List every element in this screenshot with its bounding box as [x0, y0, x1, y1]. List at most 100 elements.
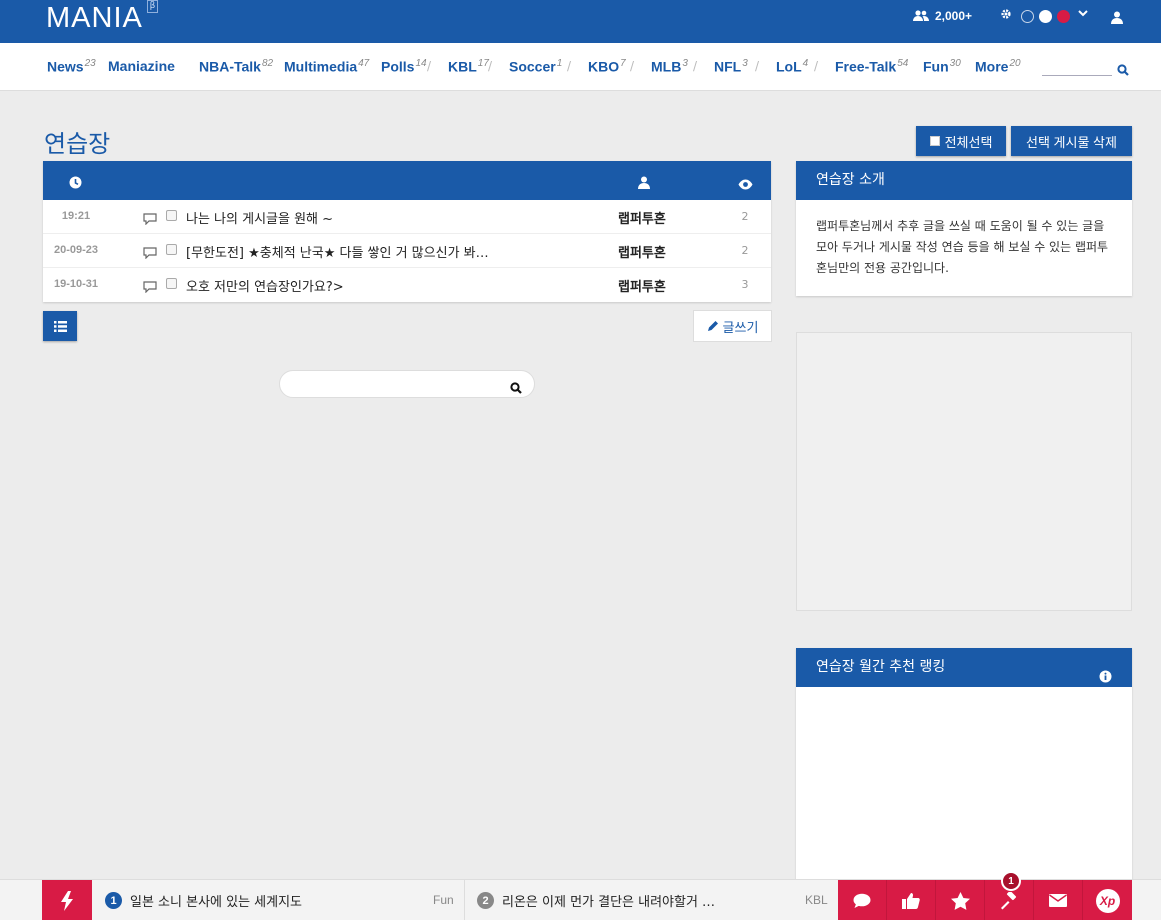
row-checkbox[interactable] [166, 278, 177, 289]
table-row[interactable]: 20-09-23 [무한도전] ★충체적 난국★ 다들 쌓인 거 많으신가 봐…… [43, 234, 771, 268]
notification-badge: 1 [1001, 871, 1021, 891]
ranking-panel: 연습장 월간 추천 랭킹 [796, 648, 1132, 880]
post-views: 3 [741, 278, 749, 291]
list-view-button[interactable] [43, 311, 77, 341]
xp-icon: Xp [1095, 888, 1120, 913]
nav-item-mlb[interactable]: MLB3 [651, 58, 688, 75]
row-checkbox[interactable] [166, 210, 177, 221]
nav-separator: / [814, 59, 819, 73]
nav-item-polls[interactable]: Polls14 [381, 58, 427, 75]
post-date: 19:21 [61, 210, 91, 222]
bolt-icon [61, 890, 73, 911]
theme-white-dot[interactable] [1039, 10, 1052, 23]
nav-separator: / [630, 59, 635, 73]
table-row[interactable]: 19-10-31 오호 저만의 연습장인가요?> 랩퍼투혼 3 [43, 268, 771, 302]
nav-item-more[interactable]: More20 [975, 58, 1021, 75]
users-icon [913, 10, 929, 21]
nav-item-free-talk[interactable]: Free-Talk54 [835, 58, 908, 75]
clock-icon [69, 174, 82, 193]
xp-button[interactable]: Xp [1083, 880, 1132, 920]
star-icon [950, 891, 970, 910]
ticker-text: 리온은 이제 먼가 결단은 내려야할거 … [502, 895, 716, 910]
thumbs-up-icon [902, 893, 920, 909]
settings-gear-icon[interactable] [1000, 8, 1012, 24]
users-count: 2,000+ [935, 9, 973, 23]
row-checkbox[interactable] [166, 244, 177, 255]
post-author[interactable]: 랩퍼투혼 [618, 242, 666, 261]
search-icon[interactable] [510, 379, 522, 398]
comments-button[interactable] [838, 880, 887, 920]
ticker-category: KBL [805, 893, 828, 907]
post-views: 2 [741, 210, 749, 223]
user-icon[interactable] [1111, 9, 1123, 28]
ad-placeholder [796, 332, 1132, 611]
ticker-divider [464, 880, 465, 920]
beta-badge: β [147, 0, 158, 13]
bottom-bar: 1 일본 소니 본사에 있는 세계지도 Fun 2 리온은 이제 먼가 결단은 … [0, 871, 1161, 920]
checkbox-icon [929, 136, 940, 146]
nav-separator: / [488, 59, 493, 73]
comment-icon [853, 893, 871, 908]
nav-search-input[interactable] [1042, 60, 1112, 76]
table-row[interactable]: 19:21 나는 나의 게시글을 원해 ~ 랩퍼투혼 2 [43, 200, 771, 234]
nav-item-fun[interactable]: Fun30 [923, 58, 961, 75]
nav-item-maniazine[interactable]: Maniazine [108, 58, 175, 74]
theme-red-dot[interactable] [1057, 10, 1070, 23]
nav-item-kbo[interactable]: KBO7 [588, 58, 626, 75]
info-icon[interactable] [1099, 660, 1112, 699]
pencil-icon [707, 321, 718, 331]
favorites-button[interactable] [936, 880, 985, 920]
write-label: 글쓰기 [722, 320, 759, 336]
select-all-button[interactable]: 전체선택 [916, 126, 1006, 156]
users-online[interactable]: 2,000+ [913, 9, 972, 23]
post-date: 20-09-23 [53, 244, 99, 256]
site-logo[interactable]: MANIA [46, 2, 143, 35]
nav-separator: / [427, 59, 432, 73]
delete-selected-label: 선택 게시물 삭제 [1026, 134, 1117, 150]
nav-item-multimedia[interactable]: Multimedia47 [284, 58, 369, 75]
nav-item-nba-talk[interactable]: NBA-Talk82 [199, 58, 273, 75]
gavel-icon [1001, 891, 1017, 909]
nav-item-soccer[interactable]: Soccer1 [509, 58, 562, 75]
post-author[interactable]: 랩퍼투혼 [618, 276, 666, 295]
delete-selected-button[interactable]: 선택 게시물 삭제 [1011, 126, 1132, 156]
ticker-rank: 1 [105, 892, 122, 909]
post-author[interactable]: 랩퍼투혼 [618, 208, 666, 227]
ticker-rank: 2 [477, 892, 494, 909]
post-date: 19-10-31 [53, 278, 99, 290]
nav-item-nfl[interactable]: NFL3 [714, 58, 748, 75]
nav-item-news[interactable]: News23 [47, 58, 96, 75]
ranking-panel-header: 연습장 월간 추천 랭킹 [796, 648, 1132, 687]
likes-button[interactable] [887, 880, 936, 920]
select-all-label: 전체선택 [944, 134, 993, 150]
search-icon[interactable] [1117, 61, 1129, 80]
comment-icon [143, 278, 157, 297]
post-title[interactable]: [무한도전] ★충체적 난국★ 다들 쌓인 거 많으신가 봐… [186, 242, 489, 261]
messages-button[interactable] [1034, 880, 1083, 920]
nav-separator: / [755, 59, 760, 73]
comment-icon [143, 210, 157, 229]
nav-item-kbl[interactable]: KBL17 [448, 58, 489, 75]
category-nav: News23 Maniazine NBA-Talk82 Multimedia47… [0, 43, 1161, 91]
list-icon [53, 320, 67, 332]
post-title[interactable]: 오호 저만의 연습장인가요?> [186, 276, 344, 295]
table-header [43, 161, 771, 200]
ticker-item[interactable]: 2 리온은 이제 먼가 결단은 내려야할거 … [477, 880, 715, 920]
write-post-button[interactable]: 글쓰기 [693, 310, 772, 342]
ticker-category: Fun [433, 893, 454, 907]
bolt-button[interactable] [42, 880, 92, 920]
action-bar: 1 Xp [838, 871, 1132, 920]
chevron-down-icon[interactable] [1078, 8, 1088, 21]
post-table: 19:21 나는 나의 게시글을 원해 ~ 랩퍼투혼 2 20-09-23 [무… [43, 161, 771, 302]
board-search-input[interactable] [279, 370, 535, 398]
intro-panel: 연습장 소개 랩퍼투혼님께서 추후 글을 쓰실 때 도움이 될 수 있는 글을 … [796, 161, 1132, 296]
user-icon [638, 174, 650, 193]
moderation-button[interactable]: 1 [985, 871, 1034, 920]
theme-blue-dot[interactable] [1021, 10, 1034, 23]
comment-icon [143, 244, 157, 263]
ticker-item[interactable]: 1 일본 소니 본사에 있는 세계지도 [105, 880, 302, 920]
post-views: 2 [741, 244, 749, 257]
envelope-icon [1049, 894, 1067, 907]
post-title[interactable]: 나는 나의 게시글을 원해 ~ [186, 208, 333, 227]
nav-item-lol[interactable]: LoL4 [776, 58, 808, 75]
